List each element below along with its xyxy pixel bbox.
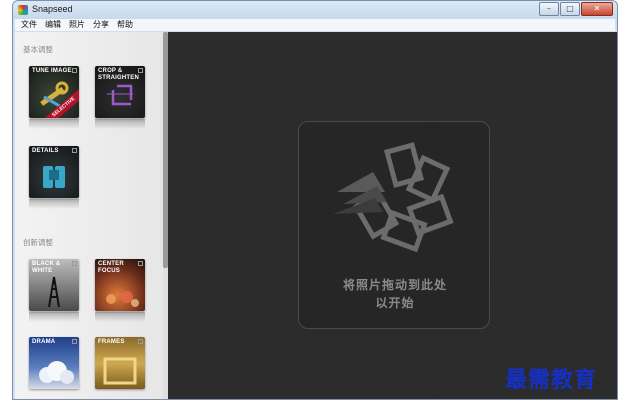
- menu-help[interactable]: 帮助: [117, 19, 133, 31]
- section-creative-label: 创新调整: [23, 238, 53, 247]
- minimize-button[interactable]: –: [539, 2, 559, 16]
- drop-zone-line2: 以开始: [375, 296, 415, 310]
- tool-drama[interactable]: DRAMA: [29, 337, 79, 389]
- details-icon: [43, 166, 65, 188]
- tool-crop-straighten[interactable]: CROP & STRAIGHTEN: [95, 66, 145, 118]
- photo-drop-zone[interactable]: 将照片拖动到此处 以开始: [298, 121, 490, 329]
- eiffel-tower-icon: [48, 276, 60, 308]
- menu-edit[interactable]: 编辑: [45, 19, 61, 31]
- maximize-button[interactable]: □: [560, 2, 580, 16]
- tile-reflection: [29, 119, 79, 129]
- frame-icon: [103, 357, 137, 385]
- window-title: Snapseed: [32, 4, 73, 14]
- menu-file[interactable]: 文件: [21, 19, 37, 31]
- bokeh-icon: [106, 291, 139, 307]
- menu-photo[interactable]: 照片: [69, 19, 85, 31]
- menu-share[interactable]: 分享: [93, 19, 109, 31]
- tile-reflection: [95, 119, 145, 129]
- close-button[interactable]: ✕: [581, 2, 613, 16]
- tool-frames[interactable]: FRAMES: [95, 337, 145, 389]
- drop-zone-line1: 将照片拖动到此处: [342, 278, 447, 292]
- snapseed-app-icon: [18, 5, 28, 15]
- app-window: Snapseed – □ ✕ 文件 编辑 照片 分享 帮助 基本调整 TUNE …: [12, 0, 618, 400]
- tools-sidebar: 基本调整 TUNE IMAGE SELECTIVE CROP & STRAIGH…: [15, 32, 168, 399]
- title-bar: Snapseed – □ ✕: [13, 1, 617, 19]
- window-controls: – □ ✕: [539, 2, 613, 16]
- tile-reflection: [95, 312, 145, 322]
- cloud-icon: [39, 361, 74, 384]
- tile-reflection: [29, 312, 79, 322]
- watermark-text: 最需教育: [505, 367, 598, 393]
- snapseed-logo-icon: [333, 142, 454, 253]
- tool-black-white[interactable]: BLACK & WHITE: [29, 259, 79, 311]
- crop-icon: [107, 84, 133, 106]
- tile-reflection: [29, 199, 79, 209]
- tool-details[interactable]: DETAILS: [29, 146, 79, 198]
- menu-bar: 文件 编辑 照片 分享 帮助: [15, 19, 615, 32]
- photo-canvas[interactable]: 将照片拖动到此处 以开始: [168, 32, 617, 399]
- tool-tune-image[interactable]: TUNE IMAGE SELECTIVE: [29, 66, 79, 118]
- section-basic-label: 基本调整: [23, 45, 53, 54]
- tool-center-focus[interactable]: CENTER FOCUS: [95, 259, 145, 311]
